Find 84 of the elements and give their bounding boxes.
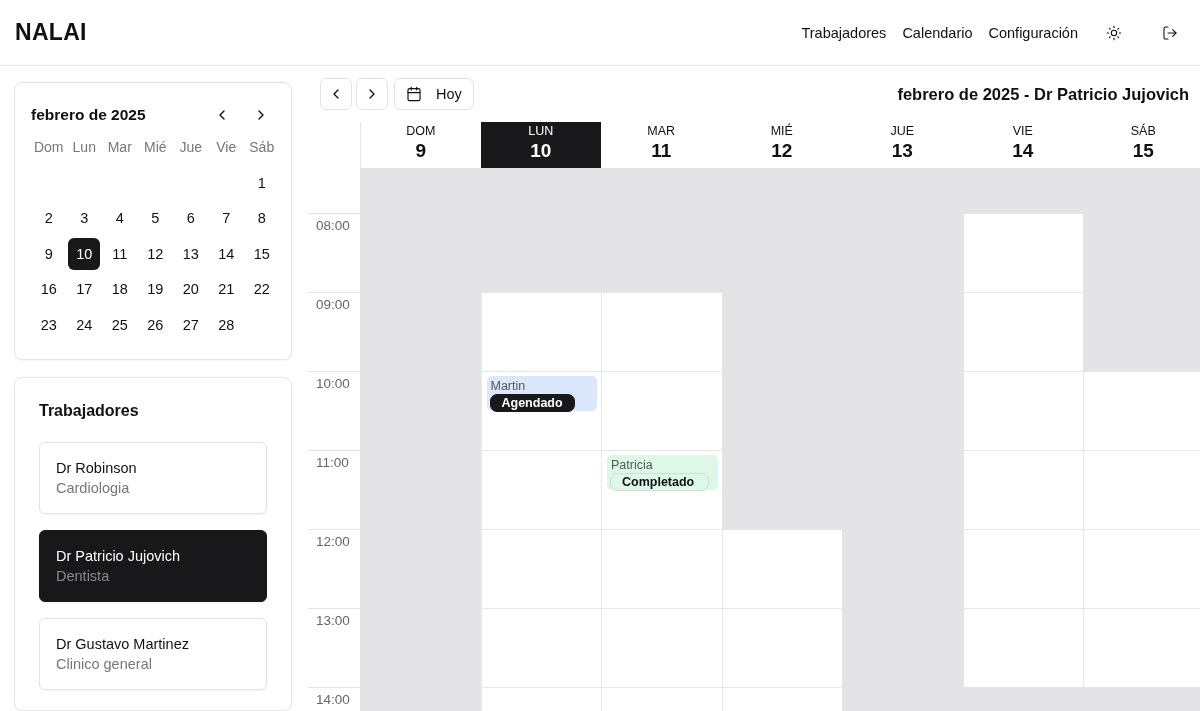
calendar-day[interactable]: 10 xyxy=(68,237,101,270)
calendar-day[interactable]: 18 xyxy=(103,273,136,305)
time-label: 09:00 xyxy=(316,297,350,312)
calendar-day[interactable]: 27 xyxy=(174,308,207,341)
calendar-day[interactable]: 15 xyxy=(245,237,278,270)
logout-icon xyxy=(1162,24,1178,41)
available-slot[interactable] xyxy=(601,292,722,371)
calendar-day[interactable]: 24 xyxy=(68,308,101,341)
time-label: 11:00 xyxy=(316,455,349,470)
available-slot[interactable] xyxy=(962,213,1083,292)
calendar-day[interactable]: 16 xyxy=(32,273,65,305)
calendar-day[interactable]: 26 xyxy=(139,308,172,341)
calendar-icon xyxy=(406,86,422,102)
calendar-day[interactable]: 20 xyxy=(174,273,207,305)
calendar-day[interactable]: 14 xyxy=(210,237,243,270)
brand-logo: NALAI xyxy=(15,19,87,46)
calendar-day[interactable]: 23 xyxy=(32,308,65,341)
worker-item[interactable]: Dr Gustavo Martinez Clinico general xyxy=(39,618,267,690)
worker-item[interactable]: Dr Patricio Jujovich Dentista xyxy=(39,530,267,602)
patient-name: Martin xyxy=(489,379,527,393)
available-slot[interactable] xyxy=(480,292,601,371)
calendar-day[interactable]: 22 xyxy=(245,273,278,305)
status-badge: Agendado xyxy=(489,394,575,412)
available-slot[interactable]: Martin Agendado xyxy=(480,371,601,450)
available-slot[interactable] xyxy=(480,450,601,529)
calendar-day[interactable]: 5 xyxy=(139,202,172,234)
available-slot[interactable] xyxy=(962,529,1083,608)
calendar-day[interactable]: 28 xyxy=(210,308,243,341)
calendar-day[interactable]: 1 xyxy=(245,166,278,199)
nav-link[interactable]: Trabajadores xyxy=(801,24,887,41)
calendar-day[interactable]: 2 xyxy=(32,202,65,234)
available-slot[interactable] xyxy=(601,371,722,450)
time-label: 10:00 xyxy=(316,376,350,391)
available-slot[interactable] xyxy=(962,450,1083,529)
available-slot[interactable] xyxy=(962,292,1083,371)
calendar-day[interactable]: 4 xyxy=(103,202,136,234)
panel-title: Trabajadores xyxy=(39,402,140,420)
weekday-label: Sáb xyxy=(248,139,276,157)
day-header[interactable]: LUN 10 xyxy=(480,122,601,168)
worker-item[interactable]: Dr Robinson Cardiologia xyxy=(39,442,267,514)
calendar-day[interactable]: 19 xyxy=(139,273,172,305)
calendar-day[interactable]: 21 xyxy=(210,273,243,305)
calendar-day[interactable]: 12 xyxy=(139,237,172,270)
calendar-day[interactable]: 3 xyxy=(68,202,101,234)
patient-name: Patricia xyxy=(610,458,654,472)
available-slot[interactable] xyxy=(1083,608,1200,687)
next-week-button[interactable] xyxy=(356,78,388,110)
time-label: 12:00 xyxy=(316,534,350,549)
calendar-day[interactable]: 8 xyxy=(245,202,278,234)
weekday-label: Mié xyxy=(142,139,168,157)
calendar-day[interactable]: 6 xyxy=(174,202,207,234)
calendar-day[interactable]: 9 xyxy=(32,237,65,270)
weekday-label: Mar xyxy=(106,139,133,157)
today-button[interactable]: Hoy xyxy=(394,78,474,110)
available-slot[interactable] xyxy=(721,529,842,608)
available-slot[interactable] xyxy=(1083,371,1200,450)
calendar-day[interactable]: 17 xyxy=(68,273,101,305)
status-badge: Completado xyxy=(610,473,710,491)
nav-link[interactable]: Calendario xyxy=(902,24,973,41)
calendar-title: febrero de 2025 - Dr Patricio Jujovich xyxy=(897,84,1189,104)
previous-week-button[interactable] xyxy=(320,78,352,110)
calendar-day[interactable]: 25 xyxy=(103,308,136,341)
weekday-label: Lun xyxy=(71,139,97,157)
calendar-day[interactable]: 13 xyxy=(174,237,207,270)
available-slot[interactable] xyxy=(601,529,722,608)
time-label: 13:00 xyxy=(316,613,350,628)
available-slot[interactable] xyxy=(721,608,842,687)
available-slot[interactable] xyxy=(480,608,601,687)
available-slot[interactable] xyxy=(962,608,1083,687)
calendar-day[interactable]: 11 xyxy=(103,237,136,270)
available-slot[interactable] xyxy=(480,529,601,608)
time-label: 14:00 xyxy=(316,692,350,707)
month-title: febrero de 2025 xyxy=(31,106,146,124)
nav-link[interactable]: Configuración xyxy=(988,24,1078,41)
weekday-label: Jue xyxy=(178,139,204,157)
weekday-label: Dom xyxy=(32,139,65,157)
weekday-label: Vie xyxy=(215,139,238,157)
available-slot[interactable] xyxy=(962,371,1083,450)
appointment-card[interactable]: Martin Agendado xyxy=(486,376,597,411)
sun-icon xyxy=(1106,24,1122,41)
available-slot[interactable]: Patricia Completado xyxy=(601,450,722,529)
appointment-card[interactable]: Patricia Completado xyxy=(607,455,718,490)
time-label: 08:00 xyxy=(316,218,350,233)
calendar-day[interactable]: 7 xyxy=(210,202,243,234)
